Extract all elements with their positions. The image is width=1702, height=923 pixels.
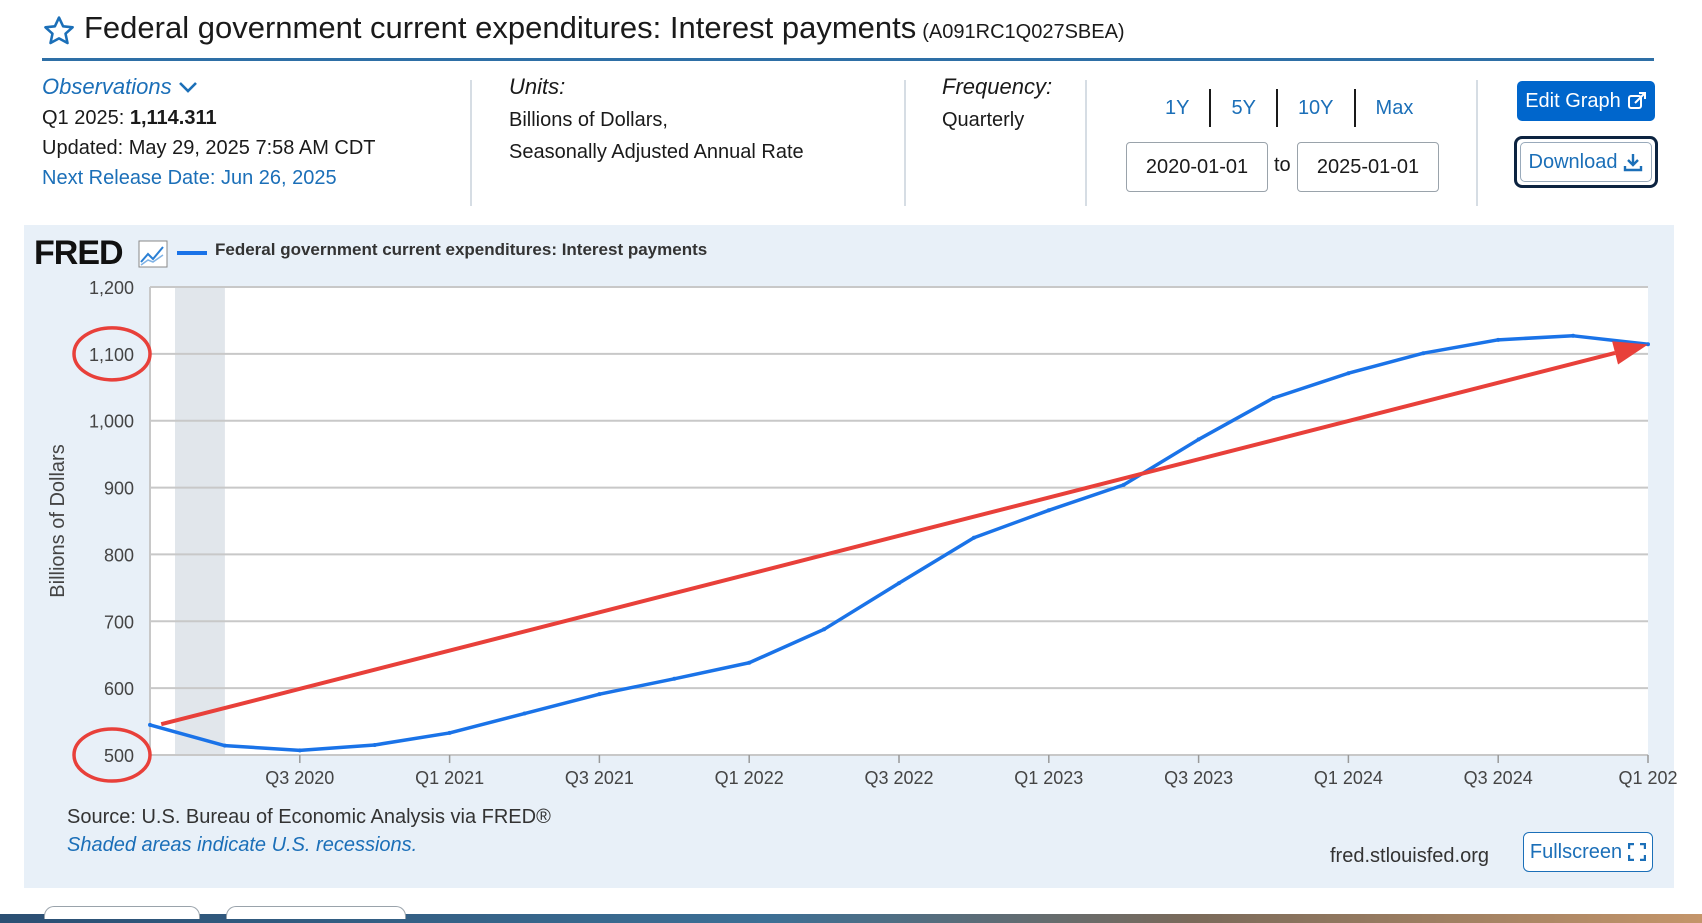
data-point	[1346, 371, 1351, 376]
y-tick-label: 500	[104, 746, 134, 766]
fullscreen-label: Fullscreen	[1529, 840, 1623, 863]
data-point	[897, 581, 901, 586]
data-point	[747, 660, 752, 665]
data-point	[447, 730, 452, 735]
y-axis-label: Billions of Dollars	[47, 444, 69, 597]
data-point	[297, 748, 302, 753]
x-tick-label: Q1 202	[1618, 768, 1677, 788]
x-tick-label: Q1 2021	[415, 768, 484, 788]
y-tick-label: 800	[104, 545, 134, 565]
data-point	[148, 722, 152, 727]
y-tick-label: 600	[104, 679, 134, 699]
x-tick-label: Q3 2020	[265, 768, 334, 788]
data-point	[222, 743, 227, 748]
y-tick-label: 1,000	[89, 412, 134, 432]
bottom-tab[interactable]	[226, 906, 406, 919]
x-tick-label: Q3 2024	[1464, 768, 1533, 788]
x-tick-label: Q1 2024	[1314, 768, 1383, 788]
data-point	[1121, 482, 1126, 487]
data-point	[597, 692, 602, 697]
y-tick-label: 900	[104, 479, 134, 499]
fullscreen-icon	[1628, 843, 1647, 861]
x-tick-label: Q3 2023	[1164, 768, 1233, 788]
data-point	[1496, 337, 1501, 342]
y-tick-label: 1,100	[89, 345, 134, 365]
y-tick-label: 700	[104, 612, 134, 632]
bottom-tab[interactable]	[44, 906, 200, 919]
data-point	[1571, 333, 1576, 338]
recession-shade	[175, 287, 225, 755]
chart[interactable]: 500 600 700 800 900 1,000 1,100 1,200 Q3 2020 Q1 …	[0, 0, 1702, 923]
data-point	[1421, 351, 1426, 356]
y-tick-label: 1,200	[89, 278, 134, 298]
data-point	[971, 535, 976, 540]
fullscreen-button[interactable]: Fullscreen	[1523, 832, 1653, 872]
data-point	[522, 711, 527, 716]
plot-area	[150, 287, 1648, 755]
source-text: Source: U.S. Bureau of Economic Analysis…	[67, 806, 551, 828]
x-tick-label: Q1 2022	[715, 768, 784, 788]
x-tick-label: Q3 2021	[565, 768, 634, 788]
recession-note: Shaded areas indicate U.S. recessions.	[67, 834, 418, 856]
x-tick-label: Q1 2023	[1014, 768, 1083, 788]
data-point	[672, 676, 677, 681]
x-tick-label: Q3 2022	[864, 768, 933, 788]
data-point	[822, 627, 827, 632]
data-point	[1646, 342, 1650, 347]
data-point	[1271, 395, 1276, 400]
data-point	[1196, 437, 1201, 442]
data-point	[372, 742, 377, 747]
site-url: fred.stlouisfed.org	[1330, 845, 1489, 867]
data-point	[1046, 508, 1051, 513]
